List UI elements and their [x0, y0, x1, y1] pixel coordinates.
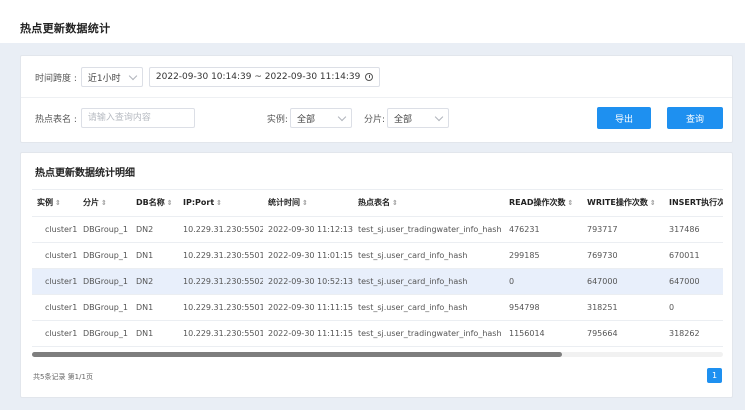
time-filter-row: 时间跨度 : 近1小时 2022-09-30 10:14:39 ~ 2022-0… — [35, 66, 381, 88]
cell-write-count: 769730 — [582, 242, 664, 269]
horizontal-scrollbar[interactable] — [32, 352, 723, 357]
cell-write-count: 647000 — [582, 268, 664, 295]
cell-table-name: test_sj.user_tradingwater_info_hash — [353, 216, 504, 243]
cell-db-name: DN1 — [131, 320, 178, 347]
cell-db-name: DN2 — [131, 268, 178, 295]
chevron-down-icon — [337, 112, 347, 122]
cell-instance: cluster1 — [32, 242, 78, 269]
cell-instance: cluster1 — [32, 268, 78, 295]
cell-insert-count: 318262 — [664, 320, 723, 347]
shard-label: 分片: — [363, 114, 385, 125]
table-name-input[interactable] — [80, 108, 195, 128]
cell-read-count: 299185 — [504, 242, 582, 269]
column-header-instance[interactable]: 实例 ⇕ — [32, 190, 78, 217]
clock-icon — [365, 73, 374, 81]
cell-ip-port: 10.229.31.230:5501 — [178, 320, 263, 347]
sort-icon[interactable]: ⇕ — [167, 199, 173, 207]
search-button[interactable]: 查询 — [667, 107, 723, 129]
sort-icon[interactable]: ⇕ — [55, 199, 61, 207]
cell-stat-time: 2022-09-30 10:52:13 — [263, 268, 353, 295]
instance-label: 实例: — [266, 114, 288, 125]
cell-insert-count: 0 — [664, 294, 723, 321]
page-1-button[interactable]: 1 — [707, 368, 722, 383]
cell-ip-port: 10.229.31.230:5502 — [178, 268, 263, 295]
cell-write-count: 795664 — [582, 320, 664, 347]
column-header-table-name[interactable]: 热点表名 ⇕ — [353, 190, 504, 217]
cell-shard: DBGroup_1 — [78, 242, 131, 269]
sort-icon[interactable]: ⇕ — [101, 199, 107, 207]
chevron-down-icon — [128, 71, 138, 81]
cell-write-count: 318251 — [582, 294, 664, 321]
time-span-select[interactable]: 近1小时 — [80, 67, 143, 87]
time-span-label: 时间跨度 : — [35, 73, 77, 84]
cell-ip-port: 10.229.31.230:5502 — [178, 216, 263, 243]
table-row[interactable]: cluster1 DBGroup_1 DN1 10.229.31.230:550… — [32, 294, 723, 321]
filter-divider — [21, 97, 732, 98]
instance-value: 全部 — [296, 114, 315, 125]
cell-read-count: 1156014 — [504, 320, 582, 347]
table-row[interactable]: cluster1 DBGroup_1 DN1 10.229.31.230:550… — [32, 242, 723, 269]
cell-read-count: 954798 — [504, 294, 582, 321]
column-header-shard[interactable]: 分片 ⇕ — [78, 190, 131, 217]
sort-icon[interactable]: ⇕ — [650, 199, 656, 207]
time-span-value: 近1小时 — [87, 73, 121, 84]
cell-table-name: test_sj.user_card_info_hash — [353, 294, 504, 321]
cell-read-count: 0 — [504, 268, 582, 295]
pagination-summary: 共5条记录 第1/1页 — [33, 373, 93, 381]
table-row[interactable]: cluster1 DBGroup_1 DN1 10.229.31.230:550… — [32, 320, 723, 347]
cell-instance: cluster1 — [32, 320, 78, 347]
cell-db-name: DN2 — [131, 216, 178, 243]
column-header-db-name[interactable]: DB名称 ⇕ — [131, 190, 178, 217]
date-range-picker[interactable]: 2022-09-30 10:14:39 ~ 2022-09-30 11:14:3… — [148, 67, 381, 87]
column-header-stat-time[interactable]: 统计时间 ⇕ — [263, 190, 353, 217]
cell-read-count: 476231 — [504, 216, 582, 243]
column-header-read-count[interactable]: READ操作次数 ⇕ — [504, 190, 582, 217]
cell-insert-count: 670011 — [664, 242, 723, 269]
cell-shard: DBGroup_1 — [78, 268, 131, 295]
instance-select[interactable]: 全部 — [289, 108, 352, 128]
table-title: 热点更新数据统计明细 — [35, 168, 135, 179]
page-title: 热点更新数据统计 — [20, 22, 111, 35]
cell-shard: DBGroup_1 — [78, 216, 131, 243]
filter-panel: 时间跨度 : 近1小时 2022-09-30 10:14:39 ~ 2022-0… — [20, 55, 733, 143]
cell-shard: DBGroup_1 — [78, 294, 131, 321]
cell-write-count: 793717 — [582, 216, 664, 243]
sort-icon[interactable]: ⇕ — [392, 199, 398, 207]
sort-icon[interactable]: ⇕ — [216, 199, 222, 207]
cell-table-name: test_sj.user_card_info_hash — [353, 242, 504, 269]
export-button[interactable]: 导出 — [597, 107, 651, 129]
sort-icon[interactable]: ⇕ — [567, 199, 573, 207]
cell-insert-count: 317486 — [664, 216, 723, 243]
cell-stat-time: 2022-09-30 11:11:15 — [263, 320, 353, 347]
cell-table-name: test_sj.user_card_info_hash — [353, 268, 504, 295]
column-header-write-count[interactable]: WRITE操作次数 ⇕ — [582, 190, 664, 217]
shard-value: 全部 — [394, 114, 413, 125]
detail-table-panel: 热点更新数据统计明细 实例 ⇕ 分片 ⇕ DB名称 ⇕ IP:Port ⇕ 统计时间 ⇕ … — [20, 152, 733, 398]
cell-table-name: test_sj.user_tradingwater_info_hash — [353, 320, 504, 347]
date-range-value: 2022-09-30 10:14:39 ~ 2022-09-30 11:14:3… — [155, 72, 361, 82]
cell-shard: DBGroup_1 — [78, 320, 131, 347]
cell-ip-port: 10.229.31.230:5501 — [178, 242, 263, 269]
sort-icon[interactable]: ⇕ — [302, 199, 308, 207]
table-row[interactable]: cluster1 DBGroup_1 DN2 10.229.31.230:550… — [32, 268, 723, 295]
cell-instance: cluster1 — [32, 216, 78, 243]
cell-stat-time: 2022-09-30 11:01:15 — [263, 242, 353, 269]
cell-db-name: DN1 — [131, 242, 178, 269]
cell-instance: cluster1 — [32, 294, 78, 321]
table-header-row: 实例 ⇕ 分片 ⇕ DB名称 ⇕ IP:Port ⇕ 统计时间 ⇕ 热点表名 ⇕ READ操… — [32, 190, 723, 217]
cell-insert-count: 647000 — [664, 268, 723, 295]
cell-ip-port: 10.229.31.230:5501 — [178, 294, 263, 321]
cell-stat-time: 2022-09-30 11:12:13 — [263, 216, 353, 243]
column-header-insert-count[interactable]: INSERT执行次 — [664, 190, 723, 217]
table-row[interactable]: cluster1 DBGroup_1 DN2 10.229.31.230:550… — [32, 216, 723, 243]
scrollbar-thumb[interactable] — [32, 352, 562, 357]
table-name-label: 热点表名 : — [35, 114, 77, 125]
cell-db-name: DN1 — [131, 294, 178, 321]
column-header-ip-port[interactable]: IP:Port ⇕ — [178, 190, 263, 217]
chevron-down-icon — [434, 112, 444, 122]
cell-stat-time: 2022-09-30 11:11:15 — [263, 294, 353, 321]
detail-table: 实例 ⇕ 分片 ⇕ DB名称 ⇕ IP:Port ⇕ 统计时间 ⇕ 热点表名 ⇕ READ操… — [32, 190, 723, 347]
shard-select[interactable]: 全部 — [387, 108, 449, 128]
table-scroll-container[interactable]: 实例 ⇕ 分片 ⇕ DB名称 ⇕ IP:Port ⇕ 统计时间 ⇕ 热点表名 ⇕ READ操… — [32, 189, 723, 353]
